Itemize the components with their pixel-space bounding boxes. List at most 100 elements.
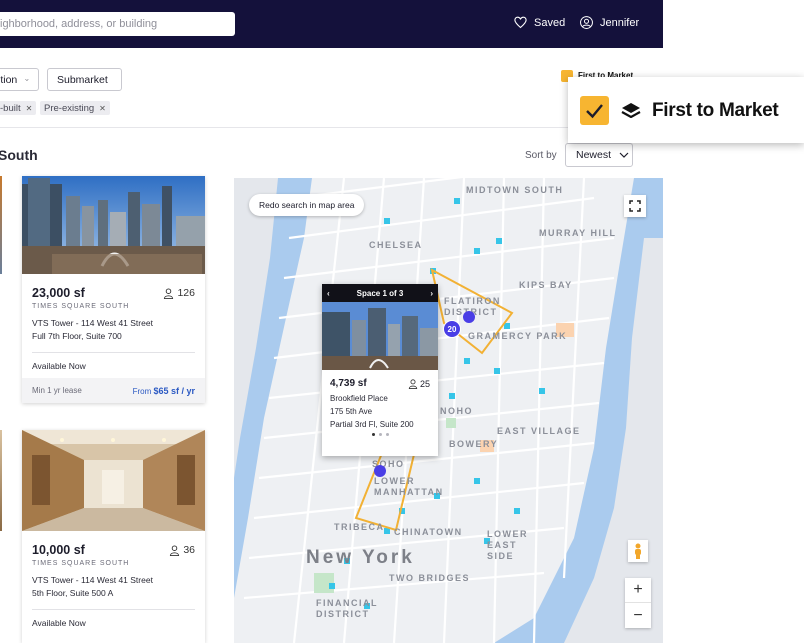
price-value: $65 sf / yr (153, 385, 195, 396)
listing-address: VTS Tower - 114 West 41 Street (32, 575, 153, 585)
person-icon (164, 287, 174, 299)
city-label: New York (306, 547, 415, 568)
checkbox-checked[interactable] (580, 96, 609, 125)
map-label: KIPS BAY (519, 280, 573, 290)
heart-icon (514, 16, 527, 29)
person-icon (170, 544, 180, 556)
listing-price: From $65 sf / yr (133, 386, 195, 396)
zoom-out-button[interactable]: − (625, 603, 651, 628)
first-to-market-label: First to Market (652, 100, 779, 121)
popup-unit: Partial 3rd Fl, Suite 200 (330, 420, 414, 429)
capacity: 126 (163, 287, 195, 299)
price-prefix: From (132, 386, 152, 396)
layers-logo-icon (621, 103, 641, 118)
capacity: 36 (169, 544, 195, 556)
checkmark-icon (586, 104, 603, 119)
popup-street: 175 5th Ave (330, 407, 373, 416)
top-navigation-bar: ighborhood, address, or building Saved J… (0, 0, 663, 48)
capacity: 25 (408, 379, 430, 389)
divider (32, 352, 195, 353)
map-label: BOWERY (449, 439, 499, 449)
chip-label: Pre-existing (44, 102, 95, 114)
map-label: FINANCIAL DISTRICT (316, 598, 378, 619)
listing-address: VTS Tower - 114 West 41 Street (32, 318, 153, 328)
user-icon (580, 16, 593, 29)
results-title: South (0, 147, 38, 163)
listing-unit: Full 7th Floor, Suite 700 (32, 331, 122, 341)
fullscreen-icon (629, 200, 641, 212)
listing-unit: 5th Floor, Suite 500 A (32, 588, 114, 598)
street-view-button[interactable] (628, 540, 648, 562)
divider (0, 127, 663, 128)
map-label: EAST VILLAGE (497, 426, 581, 436)
map-label: CHINATOWN (394, 527, 463, 537)
listing-neighborhood: TIMES SQUARE SOUTH (32, 560, 130, 567)
capacity-count: 126 (177, 287, 195, 299)
listing-photo (22, 430, 205, 531)
close-icon[interactable]: ✕ (26, 104, 33, 113)
chevron-left-icon[interactable]: ‹ (327, 289, 330, 298)
lease-term: Min 1 yr lease (32, 386, 82, 395)
filter-label: Submarket (57, 73, 108, 86)
pegman-icon (635, 543, 641, 559)
user-name: Jennifer (600, 16, 640, 29)
submarket-filter-dropdown[interactable]: Submarket (47, 68, 122, 91)
popup-size: 4,739 sf (330, 378, 367, 389)
user-menu[interactable]: Jennifer (579, 15, 639, 30)
filter-chip[interactable]: -built ✕ (0, 101, 37, 115)
first-to-market-callout[interactable]: First to Market (568, 77, 804, 143)
divider (32, 609, 195, 610)
carousel-dots (330, 433, 430, 436)
capacity-count: 36 (183, 544, 195, 556)
saved-link[interactable]: Saved (513, 15, 565, 30)
popup-photo (322, 302, 438, 370)
chip-label: -built (0, 102, 21, 114)
search-input[interactable]: ighborhood, address, or building (0, 12, 235, 36)
sort-value: Newest (576, 149, 612, 161)
condition-filter-dropdown[interactable]: ition (0, 68, 39, 91)
listing-size: 10,000 sf (32, 543, 85, 557)
chevron-down-icon (25, 78, 29, 81)
map-label: TWO BRIDGES (389, 573, 470, 583)
popup-header: ‹ Space 1 of 3 › (322, 284, 438, 302)
map-label: CHELSEA (369, 240, 423, 250)
listing-card-partial[interactable] (0, 176, 2, 274)
listing-size: 23,000 sf (32, 286, 85, 300)
listing-footer: Min 1 yr lease From $65 sf / yr (22, 378, 205, 403)
filter-chip[interactable]: Pre-existing ✕ (40, 101, 110, 115)
zoom-in-button[interactable]: + (625, 578, 651, 603)
map-pin[interactable] (463, 311, 475, 323)
person-icon (408, 378, 418, 389)
map-label: MURRAY HILL (539, 228, 617, 238)
listing-availability: Available Now (32, 618, 86, 628)
redo-search-button[interactable]: Redo search in map area (249, 194, 365, 216)
map-label: MIDTOWN SOUTH (466, 185, 564, 195)
map-pin[interactable] (374, 465, 386, 477)
map-label: NOHO (440, 406, 473, 416)
map-view[interactable]: Redo search in map area MIDTOWN SOUTH CH… (234, 178, 663, 643)
fullscreen-button[interactable] (624, 195, 646, 217)
sort-label: Sort by (525, 150, 557, 161)
capacity-count: 25 (419, 378, 430, 389)
popup-nav-label: Space 1 of 3 (356, 288, 404, 298)
close-icon[interactable]: ✕ (99, 104, 106, 113)
listing-neighborhood: TIMES SQUARE SOUTH (32, 303, 130, 310)
map-label: LOWER MANHATTAN (374, 476, 444, 497)
map-popup[interactable]: ‹ Space 1 of 3 › 4,739 sf 25 Brookfield … (322, 284, 438, 456)
sort-dropdown[interactable]: Newest (565, 143, 633, 167)
map-label: TRIBECA (334, 522, 385, 532)
saved-label: Saved (534, 16, 566, 29)
map-cluster[interactable]: 20 (443, 320, 461, 338)
map-label: LOWER EAST SIDE (487, 529, 528, 561)
map-label: GRAMERCY PARK (468, 331, 568, 341)
listing-card-partial[interactable] (0, 430, 2, 531)
listing-card[interactable]: 10,000 sf 36 TIMES SQUARE SOUTH VTS Towe… (22, 430, 205, 643)
listing-availability: Available Now (32, 361, 86, 371)
zoom-controls: + − (625, 578, 651, 628)
popup-building: Brookfield Place (330, 394, 388, 403)
chevron-down-icon (619, 152, 629, 158)
filter-label: ition (0, 73, 18, 86)
chevron-right-icon[interactable]: › (430, 289, 433, 298)
listing-photo (22, 176, 205, 274)
listing-card[interactable]: 23,000 sf 126 TIMES SQUARE SOUTH VTS Tow… (22, 176, 205, 403)
